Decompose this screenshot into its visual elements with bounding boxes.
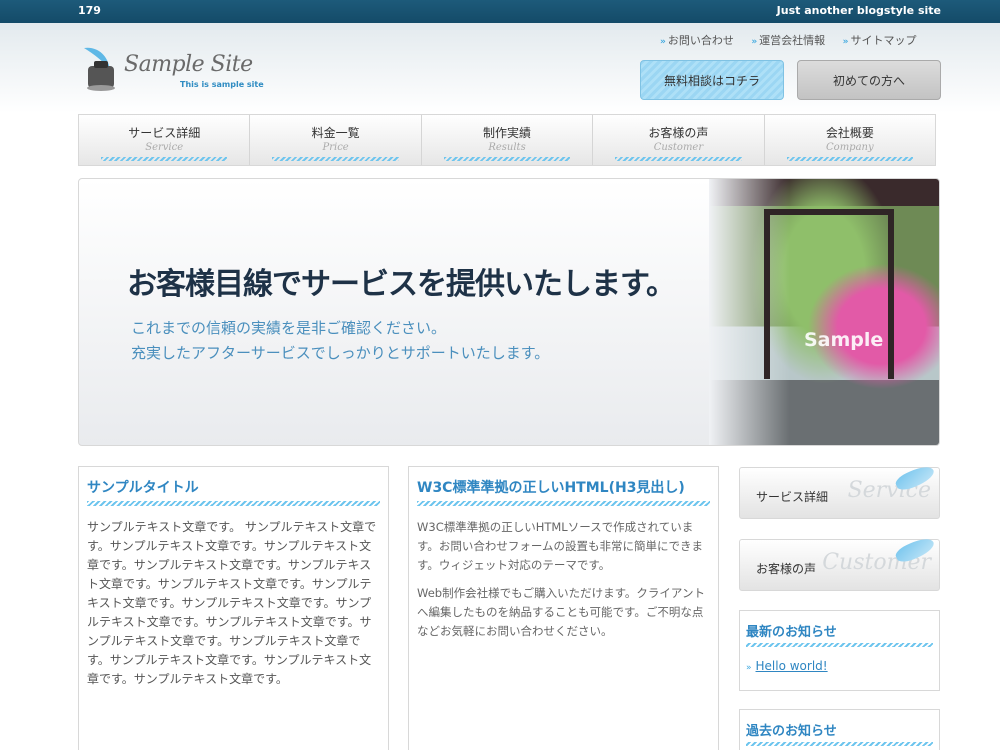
- double-chevron-right-icon: »: [842, 37, 849, 47]
- nav-label: 料金一覧: [311, 126, 360, 140]
- sidebar-service-button[interactable]: Service サービス詳細: [739, 462, 940, 519]
- nav-stripe: [786, 157, 914, 161]
- free-consult-button[interactable]: 無料相談はコチラ: [640, 60, 784, 100]
- sample-text: サンプルテキスト文章です。 サンプルテキスト文章です。サンプルテキスト文章です。…: [87, 520, 377, 686]
- logo-title: Sample Site: [124, 52, 253, 77]
- util-link-company[interactable]: » 運営会社情報: [751, 34, 825, 47]
- utility-links: » お問い合わせ » 運営会社情報 » サイトマップ: [660, 32, 930, 48]
- nav-item-service[interactable]: サービス詳細 Service: [79, 115, 251, 165]
- double-chevron-right-icon: »: [751, 37, 758, 47]
- nav-sublabel: Customer: [653, 142, 704, 153]
- nav-sublabel: Company: [826, 142, 874, 153]
- util-link-contact[interactable]: » お問い合わせ: [660, 34, 734, 47]
- nav-item-customer[interactable]: お客様の声 Customer: [593, 115, 765, 165]
- content-box-sample: サンプルタイトル サンプルテキスト文章です。 サンプルテキスト文章です。サンプル…: [78, 466, 389, 750]
- hero-headline: お客様目線でサービスを提供いたします。: [127, 267, 676, 302]
- double-chevron-right-icon: »: [746, 663, 752, 673]
- site-tagline: Just another blogstyle site: [776, 4, 941, 17]
- content-box-w3c: W3C標準準拠の正しいHTML(H3見出し) W3C標準準拠の正しいHTMLソー…: [408, 466, 719, 750]
- hero-subtext-1: これまでの信頼の実績を是非ご確認ください。: [131, 319, 447, 337]
- w3c-paragraph-1: W3C標準準拠の正しいHTMLソースで作成されています。お問い合わせフォームの設…: [417, 520, 704, 572]
- nav-item-price[interactable]: 料金一覧 Price: [250, 115, 422, 165]
- nav-sublabel: Service: [145, 142, 184, 153]
- nav-label: 制作実績: [483, 126, 532, 140]
- nav-stripe: [101, 157, 228, 161]
- logo-subtitle: This is sample site: [180, 80, 264, 89]
- latest-news-box: 最新のお知らせ » Hello world!: [739, 610, 940, 691]
- photo-window-frame: [764, 209, 894, 379]
- util-link-label: お問い合わせ: [667, 34, 734, 47]
- hero-banner: お客様目線でサービスを提供いたします。 これまでの信頼の実績を是非ご確認ください…: [78, 178, 940, 446]
- sidebar-customer-button[interactable]: Customer お客様の声: [739, 534, 940, 591]
- latest-news-title: 最新のお知らせ: [746, 621, 933, 647]
- past-news-box: 過去のお知らせ: [739, 709, 940, 750]
- nav-item-company[interactable]: 会社概要 Company: [764, 115, 936, 165]
- w3c-paragraph-2: Web制作会社様でもご購入いただけます。クライアントへ編集したものを納品すること…: [417, 586, 705, 638]
- util-link-label: 運営会社情報: [759, 34, 826, 47]
- nav-label: サービス詳細: [128, 126, 201, 140]
- util-link-sitemap[interactable]: » サイトマップ: [843, 34, 917, 47]
- hero-photo: Sample: [709, 179, 939, 445]
- photo-sample-label: Sample: [804, 329, 884, 351]
- nav-sublabel: Results: [488, 142, 526, 153]
- hero-subtext-2: 充実したアフターサービスでしっかりとサポートいたします。: [131, 344, 550, 362]
- nav-sublabel: Price: [322, 142, 349, 153]
- past-news-title: 過去のお知らせ: [746, 720, 933, 746]
- ink-bottle-feather-icon: [84, 47, 115, 91]
- first-visit-button[interactable]: 初めての方へ: [797, 60, 941, 100]
- main-nav: サービス詳細 Service 料金一覧 Price 制作実績 Results お…: [78, 114, 936, 166]
- sample-title: サンプルタイトル: [87, 477, 380, 506]
- top-bar: 179 Just another blogstyle site: [0, 0, 1000, 23]
- nav-stripe: [443, 157, 571, 161]
- nav-stripe: [615, 157, 742, 161]
- nav-label: お客様の声: [648, 126, 709, 140]
- sidebar-customer-label: お客様の声: [756, 562, 817, 576]
- w3c-title: W3C標準準拠の正しいHTML(H3見出し): [417, 477, 710, 506]
- news-item: » Hello world!: [746, 659, 933, 673]
- post-count: 179: [78, 4, 101, 17]
- util-link-label: サイトマップ: [850, 34, 917, 47]
- nav-label: 会社概要: [825, 126, 874, 140]
- news-link[interactable]: Hello world!: [756, 659, 828, 673]
- sidebar-service-label: サービス詳細: [756, 490, 829, 504]
- nav-item-results[interactable]: 制作実績 Results: [421, 115, 594, 165]
- site-logo[interactable]: Sample Site This is sample site: [80, 44, 264, 94]
- double-chevron-right-icon: »: [660, 37, 666, 47]
- nav-stripe: [272, 157, 399, 161]
